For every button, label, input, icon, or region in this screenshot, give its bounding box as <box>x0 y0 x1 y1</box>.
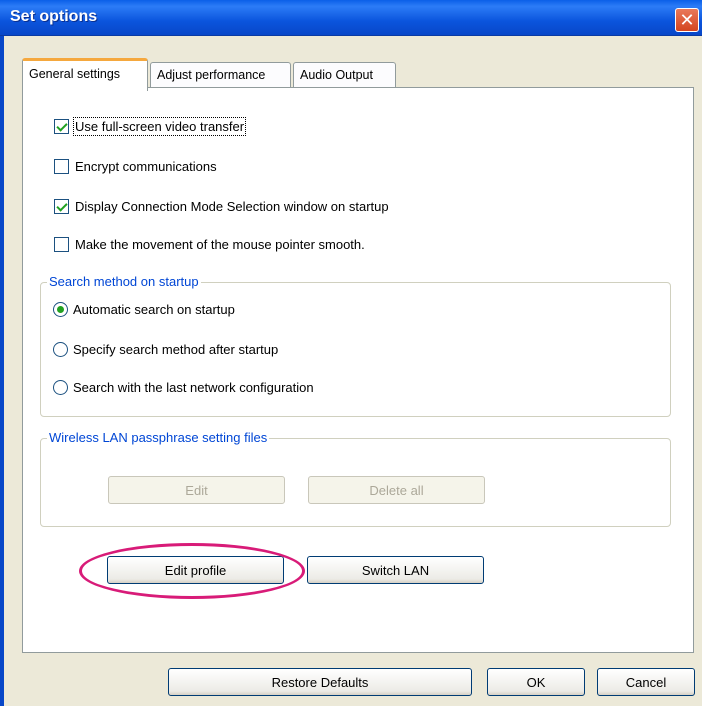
checkbox-display-connection-mode-label: Display Connection Mode Selection window… <box>75 199 389 214</box>
wireless-lan-group-title: Wireless LAN passphrase setting files <box>47 430 270 445</box>
checkbox-full-screen-video[interactable]: Use full-screen video transfer <box>54 117 247 136</box>
search-method-group-title: Search method on startup <box>47 274 201 289</box>
close-icon[interactable]: ✕ <box>675 8 699 32</box>
radio-last-network-config[interactable]: Search with the last network configurati… <box>53 380 314 395</box>
wireless-lan-group: Wireless LAN passphrase setting files Ed… <box>40 430 671 527</box>
window-border <box>0 36 4 706</box>
tab-audio-output[interactable]: Audio Output <box>293 62 396 88</box>
cancel-button[interactable]: Cancel <box>597 668 695 696</box>
radio-last-network-config-label: Search with the last network configurati… <box>73 380 314 395</box>
tab-general-settings[interactable]: General settings <box>22 58 148 91</box>
checkbox-encrypt-communications[interactable]: Encrypt communications <box>54 159 217 174</box>
search-method-group: Search method on startup Automatic searc… <box>40 274 671 417</box>
delete-all-button[interactable]: Delete all <box>308 476 485 504</box>
restore-defaults-button[interactable]: Restore Defaults <box>168 668 472 696</box>
window-title: Set options <box>10 8 98 25</box>
checkbox-smooth-mouse[interactable]: Make the movement of the mouse pointer s… <box>54 237 365 252</box>
checkbox-display-connection-mode[interactable]: Display Connection Mode Selection window… <box>54 199 389 214</box>
radio-automatic-search[interactable]: Automatic search on startup <box>53 302 235 317</box>
window-titlebar[interactable]: Set options ✕ <box>0 0 702 36</box>
radio-specify-search[interactable]: Specify search method after startup <box>53 342 278 357</box>
radio-specify-search-button[interactable] <box>53 342 68 357</box>
radio-specify-search-label: Specify search method after startup <box>73 342 279 357</box>
checkbox-encrypt-communications-box[interactable] <box>54 159 69 174</box>
checkbox-full-screen-video-label: Use full-screen video transfer <box>72 117 247 136</box>
radio-last-network-config-button[interactable] <box>53 380 68 395</box>
checkbox-display-connection-mode-box[interactable] <box>54 199 69 214</box>
checkbox-smooth-mouse-box[interactable] <box>54 237 69 252</box>
switch-lan-button[interactable]: Switch LAN <box>307 556 484 584</box>
general-settings-panel: Use full-screen video transfer Encrypt c… <box>22 87 694 653</box>
radio-automatic-search-label: Automatic search on startup <box>73 302 235 317</box>
checkbox-smooth-mouse-label: Make the movement of the mouse pointer s… <box>75 237 365 252</box>
ok-button[interactable]: OK <box>487 668 585 696</box>
checkbox-encrypt-communications-label: Encrypt communications <box>75 159 217 174</box>
tab-adjust-performance[interactable]: Adjust performance <box>150 62 291 88</box>
radio-automatic-search-button[interactable] <box>53 302 68 317</box>
edit-profile-button[interactable]: Edit profile <box>107 556 284 584</box>
edit-button[interactable]: Edit <box>108 476 285 504</box>
checkbox-full-screen-video-box[interactable] <box>54 119 69 134</box>
